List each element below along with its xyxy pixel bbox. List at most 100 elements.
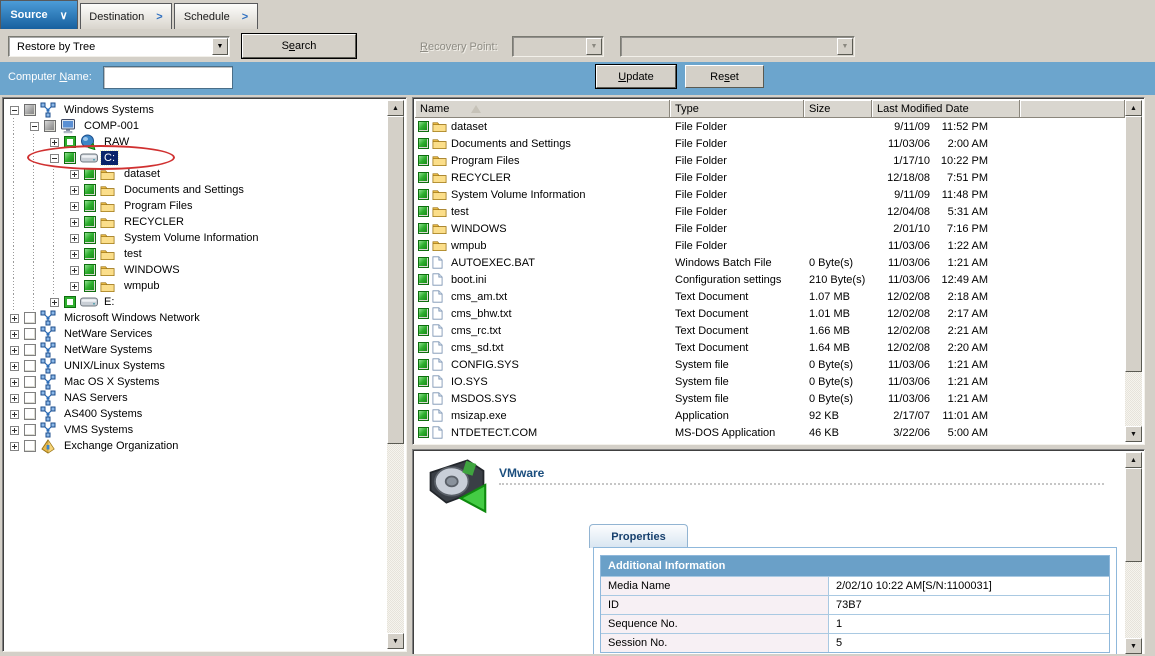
file-checkbox[interactable] [418, 172, 429, 183]
tree-item[interactable]: COMP-001 [5, 118, 386, 134]
file-checkbox[interactable] [418, 427, 429, 438]
column-header-type[interactable]: Type [670, 100, 804, 118]
reset-button[interactable]: Reset [685, 65, 764, 88]
tree-checkbox[interactable] [84, 184, 96, 196]
tree-checkbox[interactable] [64, 136, 76, 148]
file-checkbox[interactable] [418, 376, 429, 387]
tree-checkbox[interactable] [84, 200, 96, 212]
properties-scrollbar[interactable]: ▲ ▼ [1125, 452, 1142, 654]
tree-checkbox[interactable] [24, 328, 36, 340]
update-button[interactable]: Update [596, 65, 676, 88]
tree-checkbox[interactable] [24, 312, 36, 324]
table-row[interactable]: MSDOS.SYSSystem file0 Byte(s)11/03/061:2… [415, 390, 1125, 407]
scroll-up-icon[interactable]: ▲ [1125, 452, 1142, 468]
expand-icon[interactable] [70, 282, 79, 291]
tree-checkbox[interactable] [84, 248, 96, 260]
tree-checkbox[interactable] [24, 424, 36, 436]
tree-checkbox[interactable] [84, 216, 96, 228]
expand-icon[interactable] [10, 442, 19, 451]
dropdown-arrow-icon[interactable]: ▼ [212, 38, 228, 55]
file-checkbox[interactable] [418, 121, 429, 132]
tree-item[interactable]: test [5, 246, 386, 262]
table-row[interactable]: cms_sd.txtText Document1.64 MB12/02/082:… [415, 339, 1125, 356]
tree-checkbox[interactable] [24, 376, 36, 388]
expand-icon[interactable] [10, 394, 19, 403]
tree-checkbox[interactable] [24, 408, 36, 420]
expand-icon[interactable] [50, 138, 59, 147]
tree-item[interactable]: NetWare Systems [5, 342, 386, 358]
tree-checkbox[interactable] [24, 392, 36, 404]
tree-item[interactable]: VMS Systems [5, 422, 386, 438]
scroll-down-icon[interactable]: ▼ [1125, 426, 1142, 442]
restore-mode-dropdown[interactable]: Restore by Tree ▼ [8, 36, 230, 57]
tree-item[interactable]: E: [5, 294, 386, 310]
scrollbar-thumb[interactable] [1125, 116, 1142, 372]
expand-icon[interactable] [70, 250, 79, 259]
table-row[interactable]: datasetFile Folder9/11/0911:52 PM [415, 118, 1125, 135]
search-button[interactable]: Search [242, 34, 356, 58]
tab-properties[interactable]: Properties [589, 524, 688, 548]
file-checkbox[interactable] [418, 291, 429, 302]
tree-item[interactable]: Program Files [5, 198, 386, 214]
file-checkbox[interactable] [418, 393, 429, 404]
tree-item[interactable]: Windows Systems [5, 102, 386, 118]
tree-checkbox[interactable] [44, 120, 56, 132]
tab-source[interactable]: Source ∨ [0, 0, 78, 29]
tree-scrollbar[interactable]: ▲ ▼ [387, 100, 404, 649]
file-checkbox[interactable] [418, 223, 429, 234]
table-row[interactable]: cms_rc.txtText Document1.66 MB12/02/082:… [415, 322, 1125, 339]
expand-icon[interactable] [70, 234, 79, 243]
tree-item[interactable]: wmpub [5, 278, 386, 294]
tree-checkbox[interactable] [24, 440, 36, 452]
tree-checkbox[interactable] [24, 344, 36, 356]
computer-name-input[interactable] [104, 67, 232, 88]
table-row[interactable]: IO.SYSSystem file0 Byte(s)11/03/061:21 A… [415, 373, 1125, 390]
collapse-icon[interactable] [30, 122, 39, 131]
tab-destination[interactable]: Destination > [80, 3, 172, 29]
file-checkbox[interactable] [418, 325, 429, 336]
tree-item[interactable]: Mac OS X Systems [5, 374, 386, 390]
tree-item[interactable]: RAW [5, 134, 386, 150]
expand-icon[interactable] [10, 426, 19, 435]
expand-icon[interactable] [10, 362, 19, 371]
tree-checkbox[interactable] [84, 168, 96, 180]
expand-icon[interactable] [10, 410, 19, 419]
expand-icon[interactable] [10, 378, 19, 387]
expand-icon[interactable] [70, 170, 79, 179]
expand-icon[interactable] [70, 186, 79, 195]
scrollbar-thumb[interactable] [1125, 468, 1142, 562]
table-row[interactable]: testFile Folder12/04/085:31 AM [415, 203, 1125, 220]
expand-icon[interactable] [70, 266, 79, 275]
tree-checkbox[interactable] [64, 152, 76, 164]
table-row[interactable]: NTDETECT.COMMS-DOS Application46 KB3/22/… [415, 424, 1125, 441]
column-header-name[interactable]: Name [415, 100, 670, 118]
expand-icon[interactable] [50, 298, 59, 307]
tree-item[interactable]: AS400 Systems [5, 406, 386, 422]
tree-item[interactable]: NAS Servers [5, 390, 386, 406]
scroll-up-icon[interactable]: ▲ [387, 100, 404, 116]
column-header-date[interactable]: Last Modified Date [872, 100, 1020, 118]
table-row[interactable]: System Volume InformationFile Folder9/11… [415, 186, 1125, 203]
tree-item[interactable]: C: [5, 150, 386, 166]
tree-item[interactable]: Documents and Settings [5, 182, 386, 198]
tree-item[interactable]: WINDOWS [5, 262, 386, 278]
tree-item[interactable]: Microsoft Windows Network [5, 310, 386, 326]
file-checkbox[interactable] [418, 257, 429, 268]
tree-item[interactable]: dataset [5, 166, 386, 182]
table-row[interactable]: Documents and SettingsFile Folder11/03/0… [415, 135, 1125, 152]
expand-icon[interactable] [70, 218, 79, 227]
scroll-up-icon[interactable]: ▲ [1125, 100, 1142, 116]
tree-checkbox[interactable] [84, 232, 96, 244]
file-checkbox[interactable] [418, 342, 429, 353]
file-checkbox[interactable] [418, 359, 429, 370]
expand-icon[interactable] [10, 330, 19, 339]
expand-icon[interactable] [70, 202, 79, 211]
tree-checkbox[interactable] [24, 104, 36, 116]
expand-icon[interactable] [10, 314, 19, 323]
column-header-size[interactable]: Size [804, 100, 872, 118]
file-list-scrollbar[interactable]: ▲ ▼ [1125, 100, 1142, 442]
file-checkbox[interactable] [418, 308, 429, 319]
table-row[interactable]: wmpubFile Folder11/03/061:22 AM [415, 237, 1125, 254]
table-row[interactable]: cms_am.txtText Document1.07 MB12/02/082:… [415, 288, 1125, 305]
table-row[interactable]: CONFIG.SYSSystem file0 Byte(s)11/03/061:… [415, 356, 1125, 373]
